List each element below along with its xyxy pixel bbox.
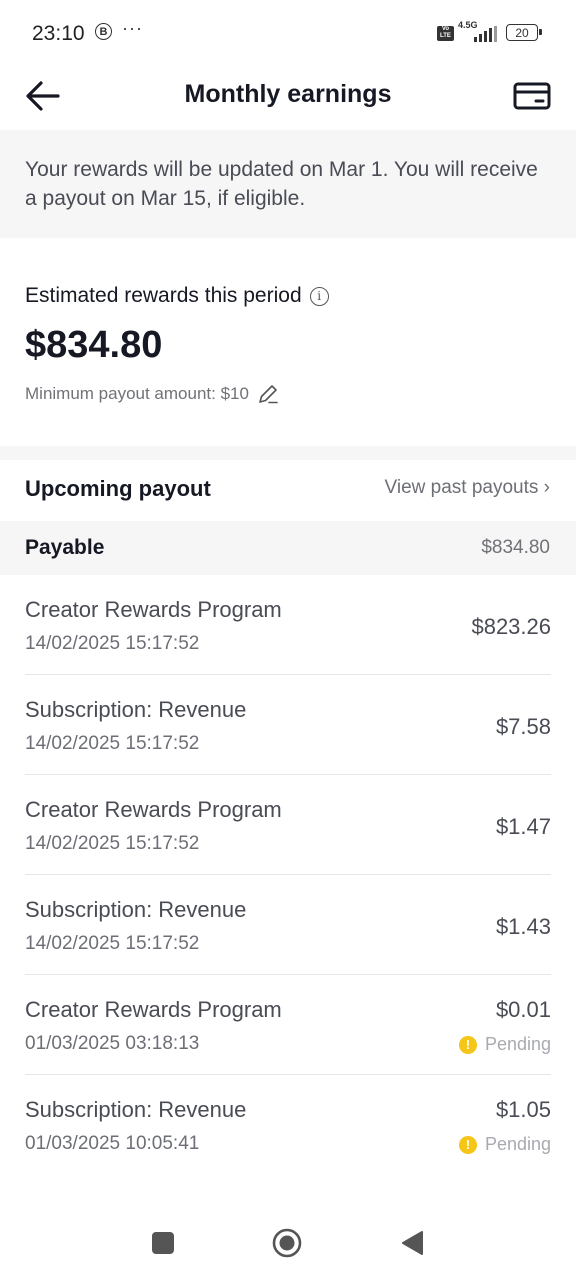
more-notifications-icon: ··· bbox=[122, 18, 143, 38]
payout-list: Creator Rewards Program 14/02/2025 15:17… bbox=[0, 575, 576, 1175]
section-divider bbox=[0, 446, 576, 460]
estimated-rewards-label: Estimated rewards this period bbox=[25, 284, 302, 307]
payable-summary: Payable $834.80 bbox=[0, 521, 576, 575]
system-nav-bar bbox=[0, 1206, 576, 1280]
info-icon[interactable]: i bbox=[309, 286, 329, 306]
list-item: Subscription: Revenue 14/02/2025 15:17:5… bbox=[25, 875, 551, 975]
item-date: 01/03/2025 03:18:13 bbox=[25, 1033, 200, 1054]
item-date: 14/02/2025 15:17:52 bbox=[25, 833, 200, 854]
page-title: Monthly earnings bbox=[184, 80, 392, 108]
item-name: Creator Rewards Program bbox=[25, 597, 282, 622]
item-date: 14/02/2025 15:17:52 bbox=[25, 633, 200, 654]
payable-label: Payable bbox=[25, 536, 105, 559]
minimum-payout-row[interactable]: Minimum payout amount: $10 bbox=[25, 383, 279, 405]
status-label: Pending bbox=[484, 1034, 551, 1054]
pencil-icon[interactable] bbox=[257, 383, 279, 405]
battery-icon: 20 bbox=[506, 24, 542, 41]
list-item: Subscription: Revenue 01/03/2025 10:05:4… bbox=[25, 1075, 551, 1175]
status-bar: 23:10 B ··· Vo LTE 4.5G 20 bbox=[0, 0, 576, 66]
banner-text: Your rewards will be updated on Mar 1. Y… bbox=[25, 158, 538, 210]
item-date: 01/03/2025 10:05:41 bbox=[25, 1133, 200, 1154]
minimum-payout-text: Minimum payout amount: $10 bbox=[25, 384, 249, 403]
b-notification-icon: B bbox=[95, 23, 112, 40]
item-amount: $7.58 bbox=[495, 714, 551, 739]
upcoming-payout-title: Upcoming payout bbox=[25, 476, 211, 501]
item-name: Subscription: Revenue bbox=[25, 1097, 247, 1122]
estimated-rewards-label-row: Estimated rewards this period i bbox=[25, 284, 329, 308]
item-amount: $1.05 bbox=[495, 1097, 551, 1122]
item-amount: $1.47 bbox=[495, 814, 551, 839]
item-name: Creator Rewards Program bbox=[25, 797, 282, 822]
item-amount: $0.01 bbox=[495, 997, 551, 1022]
list-item: Creator Rewards Program 14/02/2025 15:17… bbox=[25, 575, 551, 675]
item-date: 14/02/2025 15:17:52 bbox=[25, 933, 200, 954]
top-app-bar: Monthly earnings bbox=[0, 66, 576, 130]
upcoming-payout-header: Upcoming payout View past payouts › bbox=[0, 460, 576, 521]
wallet-icon[interactable] bbox=[512, 80, 552, 112]
list-item: Creator Rewards Program 14/02/2025 15:17… bbox=[25, 775, 551, 875]
item-name: Subscription: Revenue bbox=[25, 697, 247, 722]
view-past-payouts-link[interactable]: View past payouts › bbox=[385, 477, 550, 499]
estimated-rewards-amount: $834.80 bbox=[25, 324, 163, 366]
signal-icon bbox=[474, 26, 497, 42]
item-name: Subscription: Revenue bbox=[25, 897, 247, 922]
item-amount: $823.26 bbox=[471, 614, 551, 639]
list-item: Creator Rewards Program 01/03/2025 03:18… bbox=[25, 975, 551, 1075]
item-name: Creator Rewards Program bbox=[25, 997, 282, 1022]
list-item: Subscription: Revenue 14/02/2025 15:17:5… bbox=[25, 675, 551, 775]
item-date: 14/02/2025 15:17:52 bbox=[25, 733, 200, 754]
pending-status: ! Pending bbox=[458, 1034, 551, 1055]
info-banner: Your rewards will be updated on Mar 1. Y… bbox=[0, 130, 576, 238]
warning-icon: ! bbox=[458, 1035, 477, 1054]
estimated-rewards-section: Estimated rewards this period i $834.80 … bbox=[0, 238, 576, 446]
warning-icon: ! bbox=[458, 1135, 477, 1154]
recents-icon[interactable] bbox=[152, 1232, 174, 1254]
volte-icon: Vo LTE bbox=[437, 26, 454, 41]
item-amount: $1.43 bbox=[495, 914, 551, 939]
pending-status: ! Pending bbox=[458, 1134, 551, 1155]
payable-amount: $834.80 bbox=[481, 537, 550, 558]
back-triangle-icon[interactable] bbox=[400, 1230, 424, 1256]
status-time: 23:10 bbox=[32, 22, 85, 45]
home-icon[interactable] bbox=[272, 1228, 302, 1258]
status-label: Pending bbox=[484, 1134, 551, 1154]
